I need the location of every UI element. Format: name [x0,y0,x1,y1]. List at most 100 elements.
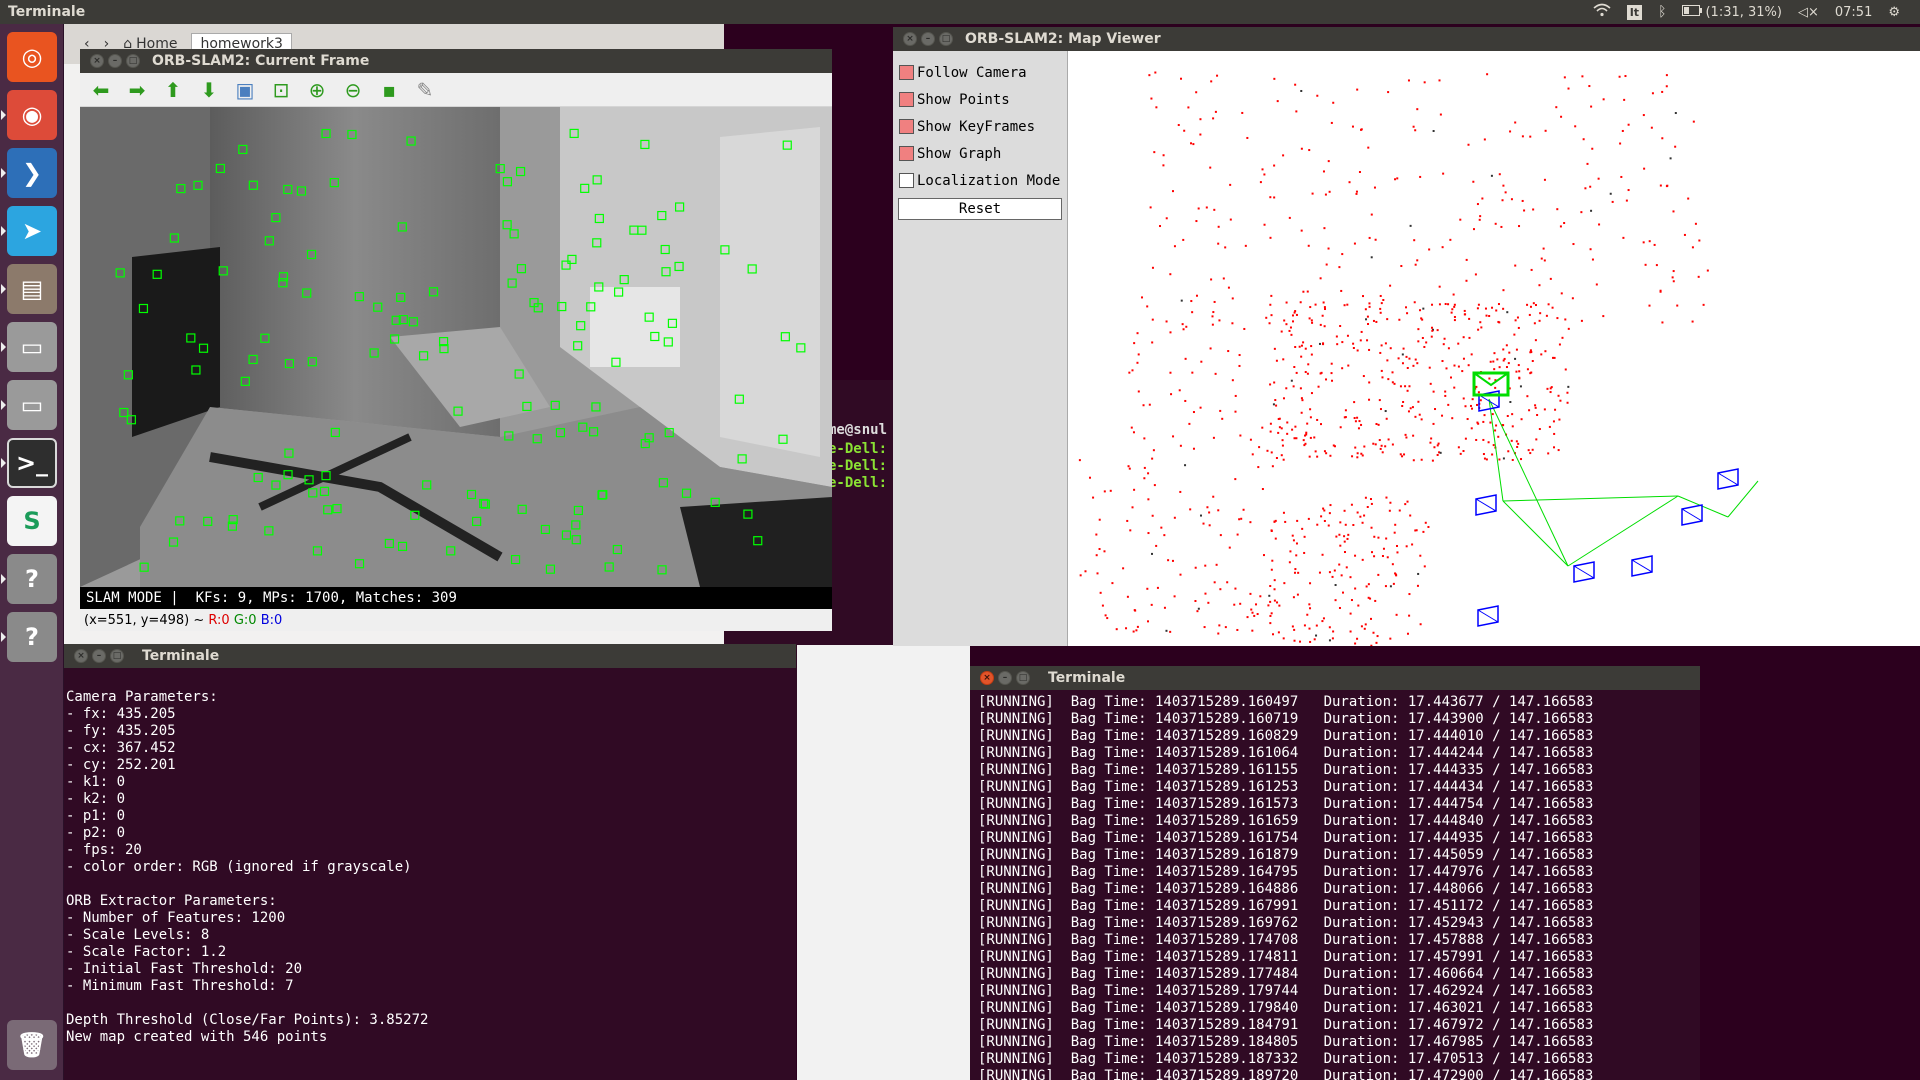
follow-camera-checkbox[interactable] [899,65,914,80]
map-point [1521,135,1524,138]
disk-icon[interactable]: ▭ [7,322,57,372]
show-points-checkbox[interactable] [899,92,914,107]
map-point [1359,515,1362,518]
map-point [1147,472,1150,475]
terminal-right-line: [RUNNING] Bag Time: 1403715289.161573 Du… [978,796,1594,812]
map-point [1191,311,1194,314]
close-icon[interactable]: × [90,54,104,68]
app-s-icon[interactable]: S [7,496,57,546]
map-point [1162,154,1165,157]
running-indicator [1,574,6,584]
map-3d-canvas[interactable] [1068,51,1920,646]
arrow-left-icon[interactable]: ⬅ [88,77,114,103]
minimize-icon[interactable]: – [921,32,935,46]
map-point [1322,170,1325,173]
reset-button[interactable]: Reset [898,198,1062,220]
close-icon[interactable]: × [74,649,88,663]
map-point [1318,342,1321,345]
map-viewer-window: × – □ ORB-SLAM2: Map Viewer Follow Camer… [893,27,1920,646]
option-show-keyframes[interactable]: Show KeyFrames [893,113,1067,140]
map-point [1300,397,1303,400]
show-graph-checkbox[interactable] [899,146,914,161]
map-viewer-titlebar[interactable]: × – □ ORB-SLAM2: Map Viewer [893,27,1920,51]
brush-icon[interactable]: ✎ [412,77,438,103]
map-point [1429,441,1432,444]
telegram-icon[interactable]: ➤ [7,206,57,256]
map-point [1457,446,1460,449]
option-show-graph[interactable]: Show Graph [893,140,1067,167]
system-gear-icon[interactable]: ⚙ [1888,5,1900,20]
volume-muted-icon[interactable]: ◁× [1798,5,1819,20]
arrow-down-icon[interactable]: ⬇ [196,77,222,103]
close-icon[interactable]: × [903,32,917,46]
arrow-up-icon[interactable]: ⬆ [160,77,186,103]
map-point [1286,421,1289,424]
map-point [1251,611,1254,614]
close-icon[interactable]: × [980,671,994,685]
map-point [1465,258,1468,261]
terminal-left-line: - k2: 0 [66,791,126,807]
terminal-left-titlebar[interactable]: × – □ Terminale [64,644,796,668]
option-follow-camera[interactable]: Follow Camera [893,59,1067,86]
map-point [1530,268,1533,271]
map-point [1343,551,1346,554]
map-point [1284,520,1287,523]
zoom-fit-icon[interactable]: ⊡ [268,77,294,103]
maximize-icon[interactable]: □ [126,54,140,68]
map-point [1338,266,1341,269]
map-point [1529,305,1532,308]
bluetooth-icon[interactable]: ᛒ [1658,4,1666,20]
terminal-icon[interactable]: >_ [7,438,57,488]
localization-mode-checkbox[interactable] [899,173,914,188]
map-point [1353,401,1356,404]
unknown-app-icon[interactable]: ? [7,554,57,604]
map-point [1323,227,1326,230]
zoom-out-icon[interactable]: ⊖ [340,77,366,103]
trash-icon[interactable]: 🗑 [7,1020,57,1070]
chrome-icon[interactable]: ◉ [7,90,57,140]
wifi-icon[interactable] [1593,3,1611,21]
terminal-right-output[interactable]: [RUNNING] Bag Time: 1403715289.160497 Du… [970,690,1700,1080]
option-show-points[interactable]: Show Points [893,86,1067,113]
terminal-right-line: [RUNNING] Bag Time: 1403715289.160719 Du… [978,711,1594,727]
map-point [1408,614,1411,617]
maximize-icon[interactable]: □ [1016,671,1030,685]
map-point [1291,625,1294,628]
clock[interactable]: 07:51 [1835,5,1872,20]
arrow-right-icon[interactable]: ➡ [124,77,150,103]
map-point [1484,307,1487,310]
current-frame-titlebar[interactable]: × – □ ORB-SLAM2: Current Frame [80,49,832,73]
minimize-icon[interactable]: – [92,649,106,663]
map-point [1477,303,1480,306]
show-keyframes-checkbox[interactable] [899,119,914,134]
keyboard-layout-indicator[interactable]: It [1626,4,1643,20]
terminal-left-line: ORB Extractor Parameters: [66,893,277,909]
map-point [1339,544,1342,547]
ubuntu-dash-icon[interactable]: ◎ [7,32,57,82]
image-icon[interactable]: ▣ [232,77,258,103]
files-icon[interactable]: ▤ [7,264,57,314]
maximize-icon[interactable]: □ [110,649,124,663]
map-point [1293,628,1296,631]
map-point [1142,404,1145,407]
terminal-right-titlebar[interactable]: × – □ Terminale [970,666,1700,690]
terminal-left-line: - p2: 0 [66,825,126,841]
map-point [1511,458,1514,461]
disk-icon-2[interactable]: ▭ [7,380,57,430]
vscode-icon[interactable]: ❯ [7,148,57,198]
save-icon[interactable]: ▪ [376,77,402,103]
map-point [1618,75,1621,78]
battery-indicator[interactable]: (1:31, 31%) [1682,4,1782,20]
zoom-in-icon[interactable]: ⊕ [304,77,330,103]
map-point [1333,569,1336,572]
unknown-app-icon-2[interactable]: ? [7,612,57,662]
map-point [1581,75,1584,78]
map-point [1190,142,1193,145]
minimize-icon[interactable]: – [108,54,122,68]
map-point [1148,74,1151,77]
minimize-icon[interactable]: – [998,671,1012,685]
terminal-left-output[interactable]: Camera Parameters: - fx: 435.205- fy: 435… [64,668,796,1080]
option-localization-mode[interactable]: Localization Mode [893,167,1067,194]
maximize-icon[interactable]: □ [939,32,953,46]
map-point [1471,407,1474,410]
